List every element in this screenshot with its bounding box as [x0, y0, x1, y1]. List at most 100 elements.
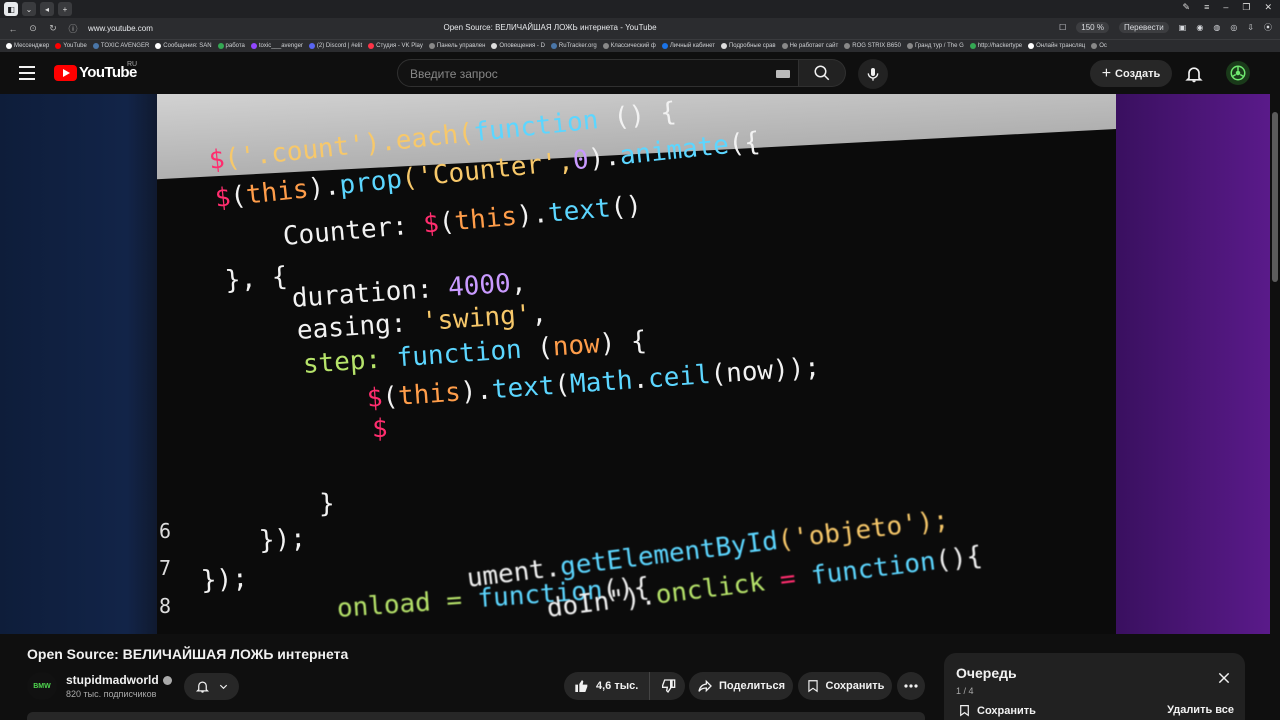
save-button[interactable]: Сохранить: [798, 672, 892, 700]
bookmark-item[interactable]: Оповещения - D: [491, 43, 545, 49]
description-box[interactable]: [27, 712, 925, 720]
browser-menu-icon[interactable]: ◧: [4, 2, 18, 16]
bookmark-item[interactable]: TOXIC AVENGER: [92, 43, 149, 49]
bookmark-item[interactable]: Гранд тур / The G: [906, 43, 964, 49]
bookmark-item[interactable]: Мессенджер: [6, 43, 49, 49]
search-input[interactable]: [410, 66, 770, 82]
bookmark-item[interactable]: Личный кабинет: [661, 43, 715, 49]
minimize-icon[interactable]: –: [1223, 2, 1228, 13]
plus-icon: +: [1101, 64, 1112, 82]
bookmark-item[interactable]: http://hackertype: [969, 43, 1022, 49]
youtube-logo[interactable]: YouTube: [54, 64, 137, 81]
code-token: 4000: [447, 268, 512, 304]
search-button[interactable]: [799, 59, 846, 87]
code-token: =: [762, 561, 813, 598]
browser-address-bar: ← ⊙ ↻ ⓘ www.youtube.com Open Source: ВЕЛ…: [0, 18, 1280, 39]
maximize-icon[interactable]: ❐: [1242, 2, 1250, 13]
downloads-icon[interactable]: ⇩: [1247, 23, 1254, 32]
tab-list-chevron-icon[interactable]: ⌄: [22, 2, 36, 16]
bookmark-item[interactable]: Не работает сайт: [781, 43, 839, 49]
profile-icon[interactable]: ⦿: [1264, 22, 1272, 33]
bookmark-item[interactable]: Студия - VK Play: [368, 43, 423, 49]
create-label: Создать: [1115, 67, 1161, 80]
video-frame-code: $('.count').each(function () {$(this).pr…: [157, 94, 1116, 634]
subscription-notifications-button[interactable]: [184, 673, 239, 700]
bookmark-item[interactable]: YouTube: [55, 43, 87, 49]
zoom-level[interactable]: 150 %: [1076, 22, 1109, 33]
code-line-number: 6: [159, 519, 172, 543]
bookmark-label: Гранд тур / The G: [914, 43, 964, 49]
bookmark-item[interactable]: Классический ф: [602, 43, 656, 49]
bookmark-item[interactable]: Онлайн трансляц: [1028, 43, 1085, 49]
new-tab-icon[interactable]: +: [58, 2, 72, 16]
code-token: ,: [509, 267, 528, 299]
share-button[interactable]: Поделиться: [689, 672, 793, 700]
bell-icon: [195, 681, 209, 693]
code-token: (: [520, 332, 554, 365]
more-actions-button[interactable]: [897, 672, 925, 700]
youtube-header: YouTube RU + Создать: [0, 52, 1280, 94]
search-box: [397, 59, 799, 87]
channel-avatar[interactable]: BMW: [27, 672, 57, 700]
channel-name-row[interactable]: stupidmadworld: [66, 673, 172, 687]
chevron-down-icon: [219, 684, 227, 690]
code-token: () {: [596, 96, 678, 136]
bookmark-label: Мессенджер: [14, 43, 50, 49]
queue-count: 1 / 4: [956, 686, 974, 696]
bookmark-item[interactable]: RuTracker.org: [550, 43, 597, 49]
bookmark-item[interactable]: toxic___avenger: [250, 43, 303, 49]
channel-name[interactable]: stupidmadworld: [66, 673, 159, 687]
code-token: ('Counter',: [400, 146, 575, 195]
bookmark-item[interactable]: (2) Discord | #elit: [308, 43, 362, 49]
verified-icon: [162, 675, 172, 685]
bookmark-icon: [807, 680, 818, 693]
code-line: $: [372, 414, 388, 444]
code-token: Counter:: [281, 209, 425, 252]
account-avatar[interactable]: [1226, 61, 1250, 85]
extension-icon[interactable]: ◉: [1196, 23, 1203, 32]
bookmark-item[interactable]: ROG STRIX B650: [844, 43, 901, 49]
code-token: text: [546, 193, 612, 229]
browser-tab[interactable]: ◂: [40, 2, 54, 16]
dislike-button[interactable]: [650, 672, 685, 700]
page-scrollbar[interactable]: [1270, 52, 1280, 720]
youtube-play-icon: [54, 64, 77, 81]
code-token: step:: [301, 343, 398, 380]
bookmark-item[interactable]: Ос: [1091, 43, 1107, 49]
code-token: }, {: [223, 261, 289, 296]
bookmark-icon[interactable]: ☐: [1059, 23, 1066, 32]
scrollbar-thumb[interactable]: [1272, 112, 1278, 282]
bookmark-label: YouTube: [63, 43, 87, 49]
extension-icon[interactable]: ▣: [1179, 23, 1187, 32]
video-player[interactable]: $('.count').each(function () {$(this).pr…: [157, 94, 1116, 634]
pin-icon[interactable]: ✎: [1183, 2, 1191, 13]
queue-save-button[interactable]: Сохранить: [958, 703, 1036, 718]
like-button[interactable]: 4,6 тыс.: [564, 672, 650, 700]
bookmark-favicon-icon: [92, 43, 99, 49]
code-token: function: [395, 334, 523, 374]
create-button[interactable]: + Создать: [1090, 60, 1172, 87]
bookmark-item[interactable]: работа: [217, 43, 245, 49]
bookmark-item[interactable]: Подробные срав: [720, 43, 776, 49]
avatar-toxic-icon: [1230, 65, 1246, 81]
tab-search-icon[interactable]: ≡: [1204, 2, 1209, 13]
thumbs-up-icon: [575, 680, 588, 692]
bookmark-item[interactable]: Сообщения: SAN: [155, 43, 212, 49]
queue-clear-button[interactable]: Удалить все: [1167, 704, 1234, 716]
bookmark-label: Не работает сайт: [789, 43, 839, 49]
bookmark-item[interactable]: Панель управлен: [428, 43, 485, 49]
extension-icon[interactable]: ◎: [1230, 23, 1237, 32]
translate-button[interactable]: Перевести: [1118, 22, 1169, 33]
bookmark-favicon-icon: [602, 43, 609, 49]
notifications-bell-icon[interactable]: [1184, 64, 1204, 84]
close-icon[interactable]: [1217, 671, 1231, 685]
bookmark-favicon-icon: [906, 43, 913, 49]
voice-search-button[interactable]: [858, 59, 888, 89]
keyboard-icon[interactable]: [776, 70, 790, 78]
bookmark-label: Классический ф: [610, 43, 656, 49]
extension-icon[interactable]: ◍: [1213, 23, 1220, 32]
save-label: Сохранить: [825, 680, 885, 692]
menu-icon[interactable]: [19, 66, 35, 80]
close-window-icon[interactable]: ✕: [1264, 2, 1272, 13]
code-token: ) {: [598, 326, 648, 360]
